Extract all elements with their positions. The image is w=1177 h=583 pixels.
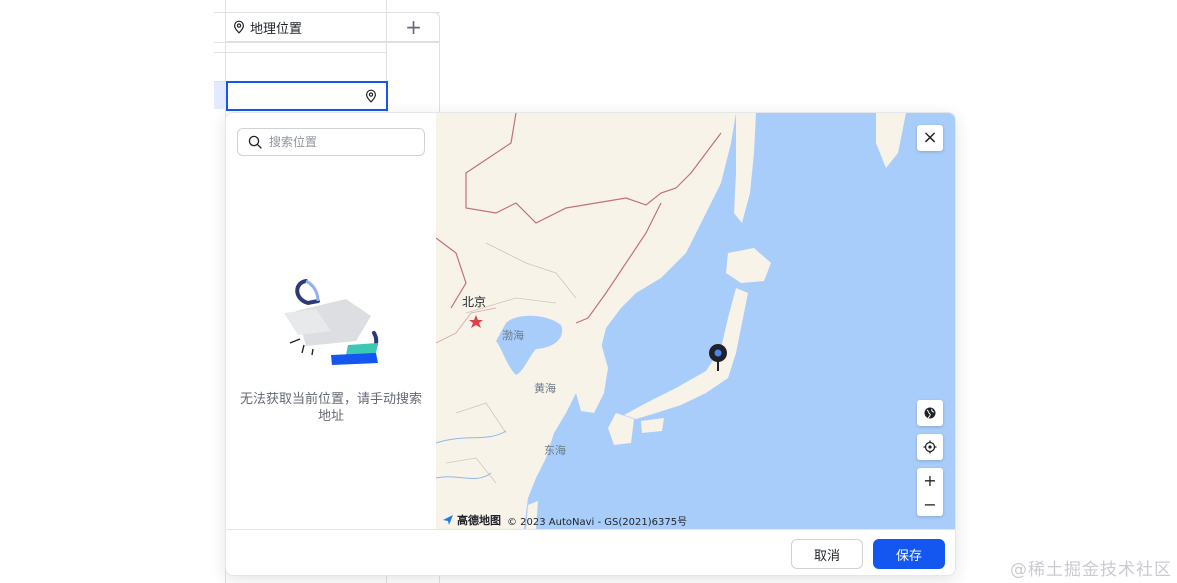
location-picker-popup: 无法获取当前位置，请手动搜索地址	[225, 112, 956, 576]
row-divider	[214, 52, 387, 53]
cancel-button[interactable]: 取消	[791, 539, 863, 569]
map-label-bohai: 渤海	[502, 329, 524, 342]
search-input[interactable]	[269, 135, 409, 149]
add-column-button[interactable]: +	[387, 12, 440, 42]
map-canvas	[436, 113, 906, 529]
zoom-out-button[interactable]: −	[917, 492, 943, 516]
amap-logo: 高德地图	[442, 512, 501, 528]
amap-arrow-icon	[443, 515, 453, 525]
satellite-toggle-button[interactable]	[917, 400, 943, 426]
map-label-huanghai: 黄海	[534, 382, 556, 395]
zoom-in-button[interactable]: +	[917, 468, 943, 492]
close-icon: ×	[922, 127, 938, 148]
row-divider	[214, 42, 440, 43]
map-copyright: © 2023 AutoNavi - GS(2021)6375号	[507, 516, 688, 528]
map-attribution: 高德地图 © 2023 AutoNavi - GS(2021)6375号	[442, 512, 687, 528]
search-icon	[248, 135, 262, 149]
map-view[interactable]: 北京 渤海 黄海 东海 × + − 高德地图 © 2023 AutoNavi -	[436, 113, 955, 529]
map-label-beijing: 北京	[462, 295, 487, 309]
empty-state-illustration	[276, 271, 386, 371]
popup-footer: 取消 保存	[226, 529, 955, 575]
column-header-label: 地理位置	[250, 21, 303, 37]
row-highlight	[214, 81, 226, 109]
empty-state-message: 无法获取当前位置，请手动搜索地址	[239, 392, 422, 424]
amap-brand: 高德地图	[457, 514, 501, 527]
crosshair-icon	[923, 440, 937, 454]
globe-icon	[923, 406, 937, 420]
map-label-donghai: 东海	[544, 444, 566, 457]
location-pin-icon	[232, 20, 246, 34]
search-box[interactable]	[237, 128, 425, 156]
watermark: @稀土掘金技术社区	[1010, 560, 1172, 580]
zoom-controls: + −	[917, 468, 943, 516]
locate-me-button[interactable]	[917, 434, 943, 460]
location-pin-icon	[364, 89, 378, 103]
column-header-location[interactable]: 地理位置	[226, 12, 387, 42]
active-location-cell[interactable]	[226, 81, 388, 111]
save-button[interactable]: 保存	[873, 539, 945, 569]
location-search-panel: 无法获取当前位置，请手动搜索地址	[226, 113, 436, 529]
close-button[interactable]: ×	[917, 125, 943, 151]
